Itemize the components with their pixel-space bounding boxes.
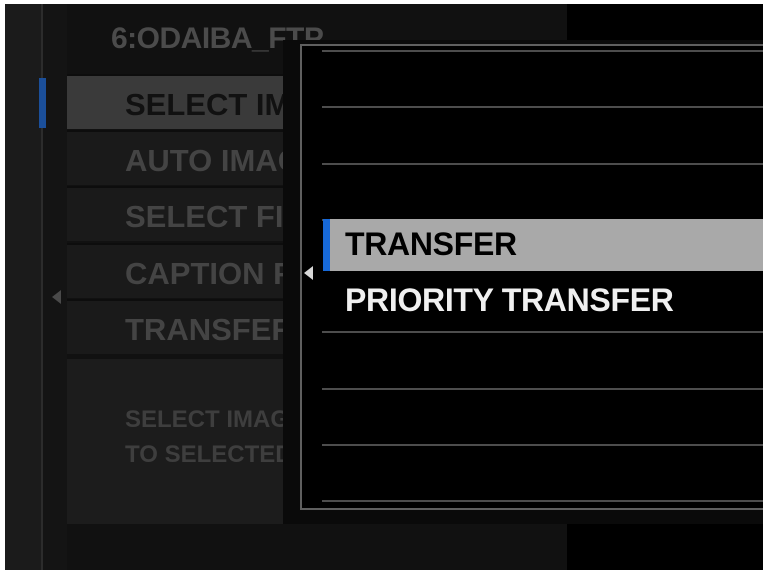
- menu-item-label: CAPTION F: [125, 256, 293, 291]
- divider: [322, 331, 763, 333]
- divider: [322, 50, 763, 52]
- option-priority-transfer[interactable]: PRIORITY TRANSFER: [323, 275, 763, 327]
- left-arrow-icon[interactable]: [52, 290, 61, 304]
- divider: [322, 444, 763, 446]
- left-rail-inner: [43, 4, 67, 570]
- divider: [322, 106, 763, 108]
- left-rail: [5, 4, 41, 570]
- divider: [322, 163, 763, 165]
- selection-marker: [323, 219, 330, 271]
- option-transfer[interactable]: TRANSFER: [323, 219, 763, 271]
- selection-marker: [39, 78, 46, 128]
- option-label: PRIORITY TRANSFER: [345, 282, 674, 318]
- submenu-arrow-icon: [304, 266, 313, 280]
- menu-item-label: TRANSFER: [125, 312, 294, 347]
- option-label: TRANSFER: [345, 226, 517, 262]
- divider: [322, 388, 763, 390]
- divider: [322, 500, 763, 502]
- camera-menu-screen: 6:ODAIBA_FTP SELECT IMAGE AUTO IMAGE SEL…: [5, 4, 763, 570]
